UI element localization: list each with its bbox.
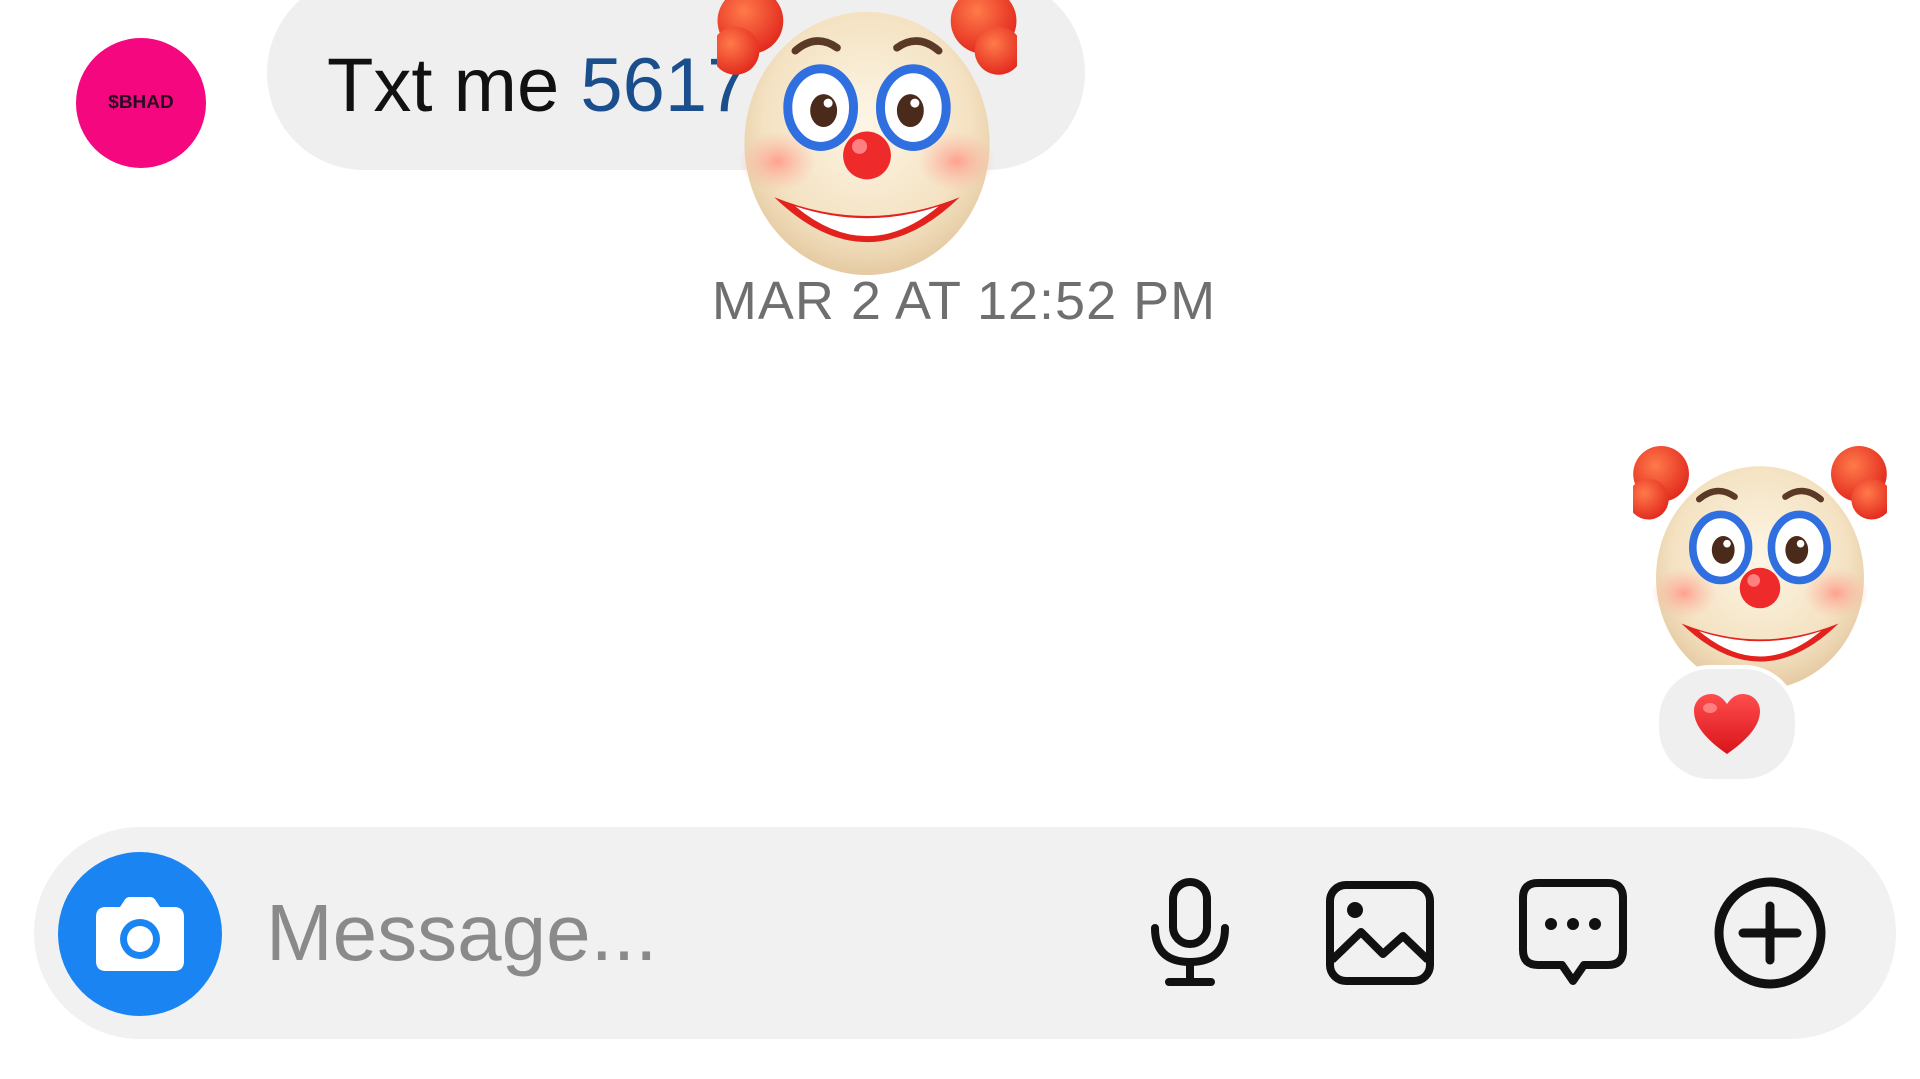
- message-text-prefix: Txt me: [327, 42, 581, 128]
- microphone-icon: [1151, 878, 1229, 986]
- gallery-icon: [1326, 881, 1434, 985]
- gallery-button[interactable]: [1320, 873, 1440, 993]
- clown-face-icon[interactable]: [1633, 446, 1887, 692]
- avatar-label: $BHAD: [108, 92, 174, 113]
- incoming-message-text: Txt me 5617: [327, 42, 749, 129]
- message-input[interactable]: [266, 871, 1066, 995]
- microphone-button[interactable]: [1130, 873, 1250, 993]
- message-composer: [34, 827, 1896, 1039]
- sticker-button[interactable]: [1513, 873, 1633, 993]
- plus-circle-icon: [1714, 877, 1826, 989]
- message-timestamp: MAR 2 AT 12:52 PM: [711, 271, 1217, 331]
- sender-avatar[interactable]: $BHAD: [76, 38, 206, 168]
- add-button[interactable]: [1710, 873, 1830, 993]
- clown-face-icon[interactable]: [717, 0, 1017, 278]
- camera-icon: [96, 897, 184, 971]
- chat-bubble-ellipsis-icon: [1519, 879, 1627, 985]
- camera-button[interactable]: [58, 852, 222, 1016]
- heart-reaction[interactable]: [1655, 665, 1799, 783]
- red-heart-icon: [1694, 694, 1760, 754]
